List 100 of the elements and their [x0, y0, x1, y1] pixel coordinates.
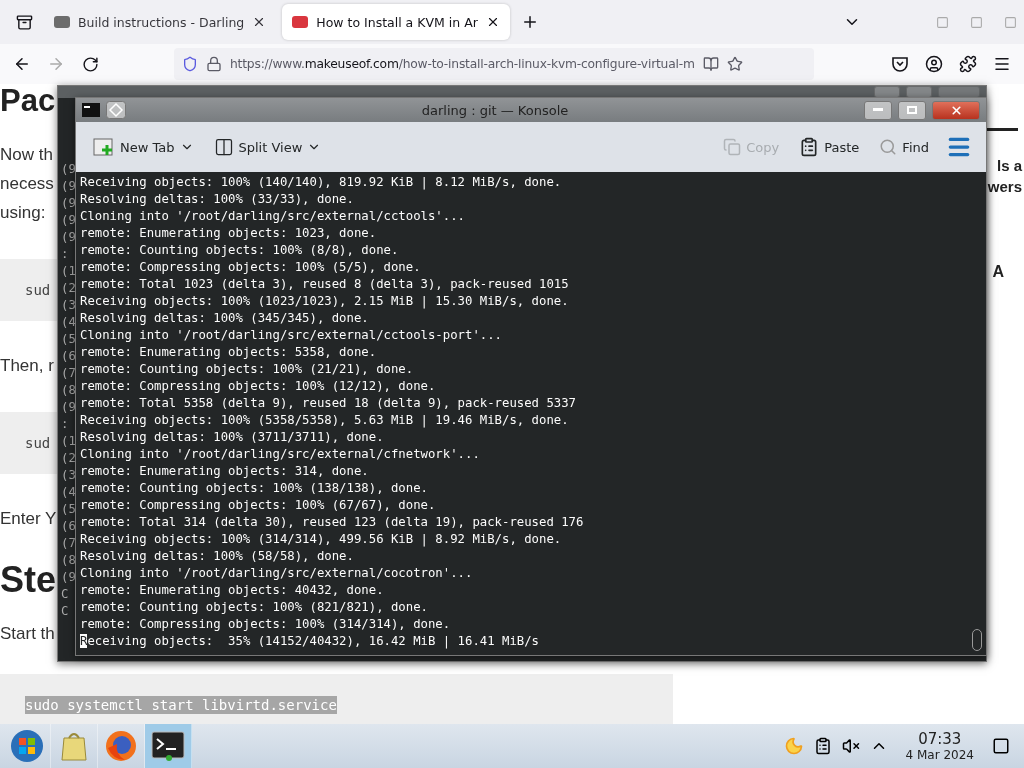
toolbar-button[interactable]: New Tab [90, 135, 197, 159]
toolbar-button[interactable]: Find [876, 136, 932, 158]
terminal-line: Cloning into '/root/darling/src/external/cocotron'... [80, 565, 474, 582]
terminal-line: (1 [61, 263, 77, 280]
terminal-icon[interactable] [151, 731, 185, 761]
firefox-icon[interactable] [105, 730, 137, 762]
terminal-line: (9 [61, 161, 77, 178]
terminal-line: (3 [61, 297, 77, 314]
toolbar-button[interactable]: Paste [796, 135, 863, 159]
terminal-line: Receiving objects: 100% (5358/5358), 5.63 MiB | 19.46 MiB/s, done. [80, 412, 570, 429]
terminal-line: remote: Compressing objects: 100% (5/5), done. [80, 259, 422, 276]
terminal-line: Resolving deltas: 100% (345/345), done. [80, 310, 370, 327]
article-paragraph: Then, r [0, 355, 54, 377]
reader-view-icon[interactable] [702, 56, 719, 72]
terminal-line: remote: Total 5358 (delta 9), reused 18 (delta 9), pack-reused 5337 [80, 395, 578, 412]
start-orb-icon[interactable] [10, 729, 44, 763]
terminal-line: C [61, 603, 70, 620]
new-tab-icon [93, 137, 115, 157]
terminal-line: (8 [61, 552, 77, 569]
terminal-line: remote: Counting objects: 100% (821/821), done. [80, 599, 429, 616]
article-paragraph: Enter Y [0, 508, 57, 530]
menu-icon[interactable] [993, 55, 1011, 73]
tab-list-icon[interactable] [15, 13, 33, 31]
article-heading: Ste [0, 559, 57, 601]
terminal-line: Receiving objects: 35% (14152/40432), 16.42 MiB | 16.41 MiB/s [80, 633, 540, 650]
terminal-line: (9 [61, 569, 77, 586]
window-menu-icon[interactable] [82, 103, 100, 117]
terminal-line: Receiving objects: 100% (314/314), 499.56 KiB | 8.92 MiB/s, done. [80, 531, 563, 548]
close-button[interactable] [932, 100, 980, 120]
terminal-line: (4 [61, 484, 77, 501]
terminal-line: Resolving deltas: 100% (58/58), done. [80, 548, 355, 565]
terminal-line: (5 [61, 331, 77, 348]
terminal-line: remote: Enumerating objects: 314, done. [80, 463, 370, 480]
taskbar-app[interactable] [145, 724, 192, 768]
terminal-line: C [61, 586, 70, 603]
show-desktop-icon[interactable] [992, 737, 1010, 755]
terminal-line: Cloning into '/root/darling/src/external/cctools-port'... [80, 327, 503, 344]
terminal-line: (6 [61, 518, 77, 535]
terminal-line: Cloning into '/root/darling/src/external/cfnetwork'... [80, 446, 481, 463]
muted-speaker-icon[interactable] [841, 737, 860, 755]
copy-icon [723, 138, 742, 156]
shopping-bag-icon[interactable] [60, 730, 88, 762]
terminal-line: (7 [61, 535, 77, 552]
window-control-icon [1003, 15, 1017, 29]
extensions-icon[interactable] [959, 55, 977, 73]
terminal-line: remote: Compressing objects: 100% (314/314), done. [80, 616, 452, 633]
browser-tab[interactable]: Build instructions - Darling [44, 4, 277, 40]
terminal-line: (6 [61, 348, 77, 365]
account-icon[interactable] [925, 55, 943, 73]
window-control-icon [935, 15, 949, 29]
code-text: sud [25, 434, 51, 452]
terminal-line: remote: Total 314 (delta 30), reused 123 (delta 19), pack-reused 176 [80, 514, 585, 531]
terminal-line: remote: Compressing objects: 100% (12/12), done. [80, 378, 437, 395]
close-icon [949, 103, 963, 117]
terminal-line: : [61, 416, 70, 433]
pocket-icon[interactable] [891, 55, 909, 73]
minimize-icon [873, 108, 883, 112]
terminal-line: remote: Compressing objects: 100% (67/67), done. [80, 497, 437, 514]
sidebar-text: wers [987, 177, 1022, 197]
terminal-line: (5 [61, 501, 77, 518]
article-paragraph: Now th necess using: [0, 144, 54, 224]
sidebar-text: ls a [996, 156, 1022, 176]
address-bar[interactable]: https://www.makeuseof.com/how-to-install-arch-linux-kvm-configure-virtual-m [174, 48, 814, 80]
terminal-line: (9 [61, 399, 77, 416]
terminal-line: remote: Enumerating objects: 40432, done. [80, 582, 385, 599]
shield-icon [182, 56, 198, 72]
clipboard-icon[interactable] [813, 737, 832, 755]
terminal-line: Receiving objects: 100% (1023/1023), 2.15 MiB | 15.30 MiB/s, done. [80, 293, 570, 310]
pin-icon[interactable] [106, 101, 126, 119]
favicon-icon [292, 16, 309, 28]
terminal-line: (4 [61, 314, 77, 331]
maximize-button[interactable] [898, 100, 926, 120]
article-paragraph: Start th [0, 623, 55, 645]
terminal-line: (9 [61, 212, 77, 229]
window-control-icon [969, 15, 983, 29]
terminal-line: Resolving deltas: 100% (3711/3711), done. [80, 429, 385, 446]
toolbar-button[interactable]: Split View [210, 135, 325, 159]
window-title: darling : git — Konsole [420, 102, 570, 118]
terminal-line: (9 [61, 229, 77, 246]
terminal-line: remote: Enumerating objects: 5358, done. [80, 344, 378, 361]
reload-icon[interactable] [81, 55, 99, 73]
lock-icon [206, 56, 222, 72]
code-text: sudo systemctl start libvirtd.service [25, 696, 337, 714]
minimize-button[interactable] [864, 100, 892, 120]
favicon-icon [54, 16, 70, 28]
terminal-line: remote: Counting objects: 100% (138/138), done. [80, 480, 429, 497]
search-icon [879, 138, 898, 156]
code-text: sud [25, 281, 51, 299]
clipboard-icon [799, 137, 820, 157]
bookmark-star-icon[interactable] [726, 56, 743, 72]
terminal-line: remote: Counting objects: 100% (21/21), done. [80, 361, 415, 378]
browser-tab[interactable]: How to Install a KVM in Ar [282, 4, 510, 40]
terminal-line: (2 [61, 450, 77, 467]
terminal-line: Receiving objects: 100% (140/140), 819.92 KiB | 8.12 MiB/s, done. [80, 174, 563, 191]
article-heading: Pac [0, 84, 56, 120]
clock[interactable]: 07:33 4 Mar 2024 [905, 730, 974, 762]
sidebar-text: A [992, 263, 1004, 281]
terminal-line: remote: Enumerating objects: 1023, done. [80, 225, 378, 242]
back-icon[interactable] [13, 55, 31, 73]
terminal-line: (2 [61, 280, 77, 297]
